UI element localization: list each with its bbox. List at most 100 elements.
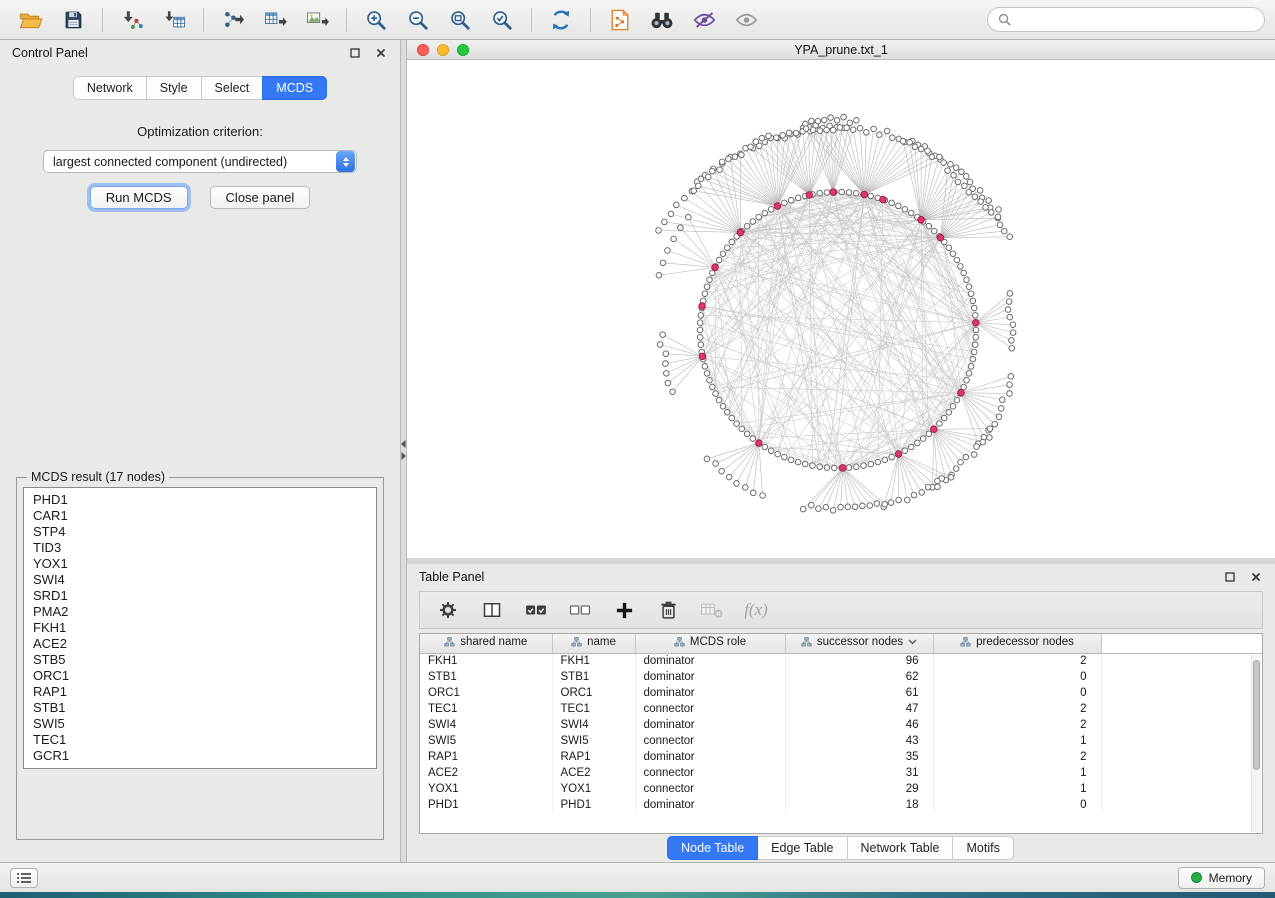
zoom-selected-button[interactable]	[481, 4, 523, 36]
tab-motifs[interactable]: Motifs	[953, 836, 1013, 860]
tab-style[interactable]: Style	[147, 76, 202, 100]
tab-network[interactable]: Network	[73, 76, 147, 100]
tab-select[interactable]: Select	[202, 76, 264, 100]
result-item[interactable]: STB1	[33, 700, 367, 716]
hide-selected-button[interactable]	[683, 4, 725, 36]
trash-button[interactable]	[650, 595, 686, 625]
dominator-node[interactable]	[830, 189, 837, 196]
panel-menu-button[interactable]	[10, 868, 38, 888]
search-input[interactable]	[1017, 13, 1254, 27]
table-row[interactable]: TEC1TEC1connector472	[420, 701, 1262, 717]
window-zoom-icon[interactable]	[457, 44, 469, 56]
table-row[interactable]: STB1STB1dominator620	[420, 669, 1262, 685]
result-item[interactable]: SWI4	[33, 572, 367, 588]
refresh-button[interactable]	[540, 4, 582, 36]
dominator-node[interactable]	[774, 203, 781, 210]
tab-mcds[interactable]: MCDS	[262, 76, 327, 100]
open-file-button[interactable]	[10, 4, 52, 36]
result-item[interactable]: TEC1	[33, 732, 367, 748]
table-panel-float-button[interactable]	[1223, 570, 1237, 584]
dominator-node[interactable]	[737, 229, 744, 236]
dominator-node[interactable]	[806, 192, 813, 199]
dominator-node[interactable]	[699, 303, 706, 310]
table-row[interactable]: SWI5SWI5connector431	[420, 733, 1262, 749]
table-row[interactable]: PHD1PHD1dominator180	[420, 797, 1262, 813]
result-item[interactable]: STB5	[33, 652, 367, 668]
result-item[interactable]: YOX1	[33, 556, 367, 572]
result-item[interactable]: FKH1	[33, 620, 367, 636]
splitter-arrows-icon[interactable]	[401, 440, 406, 460]
dominator-node[interactable]	[756, 440, 763, 447]
export-image-button[interactable]	[296, 4, 338, 36]
network-graph[interactable]	[407, 60, 1275, 558]
share-document-button[interactable]	[599, 4, 641, 36]
zoom-fit-button[interactable]	[439, 4, 481, 36]
run-mcds-button[interactable]: Run MCDS	[90, 186, 188, 209]
optimization-criterion-select[interactable]: largest connected component (undirected)	[43, 150, 357, 173]
memory-button[interactable]: Memory	[1178, 867, 1265, 889]
dominator-node[interactable]	[931, 426, 938, 433]
dominator-node[interactable]	[958, 389, 965, 396]
zoom-out-button[interactable]	[397, 4, 439, 36]
dominator-node[interactable]	[937, 234, 944, 241]
window-minimize-icon[interactable]	[437, 44, 449, 56]
tab-node-table[interactable]: Node Table	[667, 836, 758, 860]
network-canvas[interactable]	[407, 60, 1275, 558]
select-all-button[interactable]	[518, 595, 554, 625]
import-network-button[interactable]	[111, 4, 153, 36]
export-table-button[interactable]	[254, 4, 296, 36]
close-mcds-panel-button[interactable]: Close panel	[210, 186, 311, 209]
result-item[interactable]: TID3	[33, 540, 367, 556]
panel-splitter[interactable]	[400, 40, 407, 862]
result-item[interactable]: STP4	[33, 524, 367, 540]
column-header-name[interactable]: name	[552, 634, 635, 653]
add-button[interactable]	[606, 595, 642, 625]
table-row[interactable]: ACE2ACE2connector311	[420, 765, 1262, 781]
tab-edge-table[interactable]: Edge Table	[758, 836, 847, 860]
dominator-node[interactable]	[861, 191, 868, 198]
result-item[interactable]: CAR1	[33, 508, 367, 524]
dominator-node[interactable]	[918, 216, 925, 223]
column-header-shared-name[interactable]: shared name	[420, 634, 552, 653]
window-close-icon[interactable]	[417, 44, 429, 56]
table-scrollbar[interactable]	[1251, 655, 1261, 832]
tab-network-table[interactable]: Network Table	[848, 836, 954, 860]
dominator-node[interactable]	[880, 196, 887, 203]
dominator-node[interactable]	[973, 319, 980, 326]
deselect-all-button[interactable]	[562, 595, 598, 625]
save-button[interactable]	[52, 4, 94, 36]
search-box[interactable]	[987, 7, 1265, 32]
result-item[interactable]: SWI5	[33, 716, 367, 732]
zoom-in-button[interactable]	[355, 4, 397, 36]
binoculars-button[interactable]	[641, 4, 683, 36]
network-window-titlebar[interactable]: YPA_prune.txt_1	[407, 40, 1275, 60]
dominator-node[interactable]	[895, 451, 902, 458]
result-item[interactable]: PHD1	[33, 492, 367, 508]
table-row[interactable]: YOX1YOX1connector291	[420, 781, 1262, 797]
scrollbar-thumb[interactable]	[1253, 660, 1260, 770]
table-row[interactable]: ORC1ORC1dominator610	[420, 685, 1262, 701]
column-header-predecessor-nodes[interactable]: predecessor nodes	[933, 634, 1101, 653]
result-item[interactable]: ORC1	[33, 668, 367, 684]
result-item[interactable]: GCR1	[33, 748, 367, 764]
table-row[interactable]: SWI4SWI4dominator462	[420, 717, 1262, 733]
show-all-button[interactable]	[725, 4, 767, 36]
result-item[interactable]: SRD1	[33, 588, 367, 604]
result-item[interactable]: ACE2	[33, 636, 367, 652]
dominator-node[interactable]	[840, 465, 847, 472]
table-panel-close-button[interactable]	[1249, 570, 1263, 584]
column-header-mcds-role[interactable]: MCDS role	[635, 634, 785, 653]
table-row[interactable]: FKH1FKH1dominator962	[420, 653, 1262, 669]
gear-button[interactable]	[430, 595, 466, 625]
control-panel-close-button[interactable]	[374, 46, 388, 60]
control-panel-float-button[interactable]	[348, 46, 362, 60]
columns-button[interactable]	[474, 595, 510, 625]
dominator-node[interactable]	[712, 264, 719, 271]
export-network-button[interactable]	[212, 4, 254, 36]
column-header-successor-nodes[interactable]: successor nodes	[785, 634, 933, 653]
import-table-button[interactable]	[153, 4, 195, 36]
table-row[interactable]: RAP1RAP1dominator352	[420, 749, 1262, 765]
dominator-node[interactable]	[699, 353, 706, 360]
result-item[interactable]: PMA2	[33, 604, 367, 620]
result-item[interactable]: RAP1	[33, 684, 367, 700]
